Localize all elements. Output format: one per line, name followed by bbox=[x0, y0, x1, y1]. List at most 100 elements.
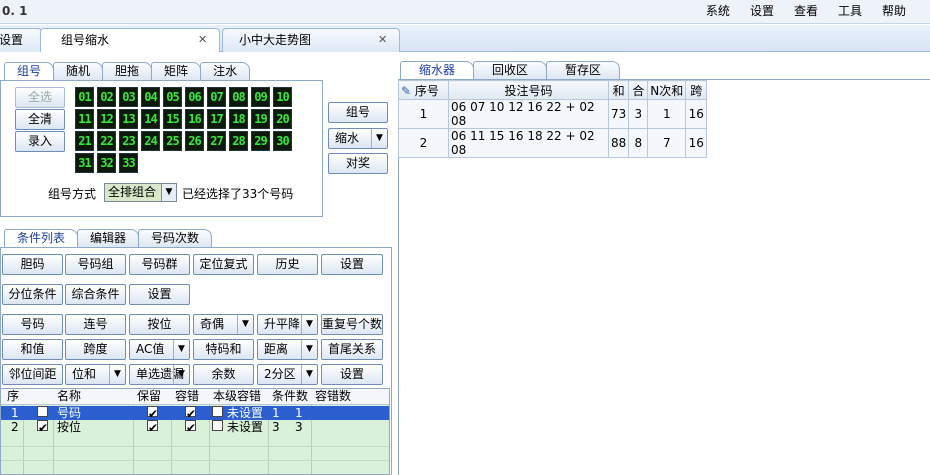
tab-trend-chart[interactable]: 小中大走势图 ✕ bbox=[222, 28, 400, 52]
col-span[interactable]: 跨 bbox=[685, 80, 708, 100]
condition-button[interactable]: 胆码 bbox=[2, 254, 63, 275]
tab-random[interactable]: 随机 bbox=[53, 62, 104, 80]
condition-button[interactable]: 特码和 bbox=[193, 339, 254, 360]
condition-button[interactable]: 号码群 bbox=[129, 254, 190, 275]
tab-shrinker[interactable]: 缩水器 bbox=[400, 61, 475, 79]
number-cell[interactable]: 30 bbox=[273, 131, 292, 151]
number-cell[interactable]: 24 bbox=[141, 131, 160, 151]
number-cell[interactable]: 01 bbox=[75, 87, 94, 107]
keep-checkbox[interactable]: ✔ bbox=[147, 420, 158, 435]
condition-button[interactable]: 邻位间距 bbox=[2, 364, 63, 385]
tab-condition-list[interactable]: 条件列表 bbox=[4, 229, 79, 247]
number-cell[interactable]: 06 bbox=[185, 87, 204, 107]
number-cell[interactable]: 27 bbox=[207, 131, 226, 151]
group-mode-select[interactable]: 全排组合 ▼ bbox=[104, 183, 177, 202]
chevron-down-icon[interactable]: ▼ bbox=[371, 129, 387, 148]
condition-button[interactable]: 余数 bbox=[193, 364, 254, 385]
col-nsum[interactable]: N次和 bbox=[647, 80, 687, 100]
level-checkbox[interactable] bbox=[212, 420, 223, 431]
number-cell[interactable]: 20 bbox=[273, 109, 292, 129]
number-cell[interactable]: 29 bbox=[251, 131, 270, 151]
col-numbers[interactable]: 投注号码 bbox=[448, 80, 609, 100]
chevron-down-icon[interactable]: ▼ bbox=[301, 365, 317, 384]
condition-button[interactable]: 分位条件 bbox=[2, 284, 63, 305]
condition-button[interactable]: 单选遗漏 ▼ bbox=[129, 364, 190, 385]
checkbox[interactable] bbox=[37, 406, 48, 417]
number-cell[interactable]: 33 bbox=[119, 153, 138, 173]
condition-button[interactable]: 历史 bbox=[257, 254, 318, 275]
close-icon[interactable]: ✕ bbox=[198, 34, 209, 45]
tab-editor[interactable]: 编辑器 bbox=[77, 229, 140, 247]
table-row[interactable]: 1 06 07 10 12 16 22 + 02 08 73 3 1 16 bbox=[398, 99, 708, 129]
tab-recycle[interactable]: 回收区 bbox=[473, 61, 548, 79]
number-cell[interactable]: 12 bbox=[97, 109, 116, 129]
tolerance-checkbox[interactable]: ✔ bbox=[185, 406, 196, 421]
tab-group-shrink[interactable]: 组号缩水 ✕ bbox=[40, 28, 220, 53]
tab-matrix[interactable]: 矩阵 bbox=[151, 62, 202, 80]
condition-button[interactable]: 2分区 ▼ bbox=[257, 364, 318, 385]
number-cell[interactable]: 23 bbox=[119, 131, 138, 151]
number-cell[interactable]: 19 bbox=[251, 109, 270, 129]
number-cell[interactable]: 11 bbox=[75, 109, 94, 129]
tab-banker[interactable]: 胆拖 bbox=[102, 62, 153, 80]
chevron-down-icon[interactable]: ▼ bbox=[301, 340, 317, 359]
condition-grid[interactable]: 序 名称 保留 容错 本级容错 条件数 容错数 1 号码 ✔ ✔ 未设置 1 1… bbox=[0, 388, 390, 475]
checkbox[interactable]: ✔ bbox=[37, 420, 48, 435]
condition-button[interactable]: 连号 bbox=[65, 314, 126, 335]
enter-button[interactable]: 录入 bbox=[15, 131, 65, 152]
table-row[interactable]: 2 ✔ 按位 ✔ ✔ 未设置 3 3 bbox=[1, 420, 389, 435]
condition-button[interactable]: 定位复式 bbox=[193, 254, 254, 275]
menu-settings[interactable]: 设置 bbox=[740, 3, 784, 19]
menu-help[interactable]: 帮助 bbox=[872, 3, 916, 19]
menu-tools[interactable]: 工具 bbox=[828, 3, 872, 19]
chevron-down-icon[interactable]: ▼ bbox=[109, 365, 125, 384]
number-cell[interactable]: 07 bbox=[207, 87, 226, 107]
number-cell[interactable]: 13 bbox=[119, 109, 138, 129]
condition-button[interactable]: 号码组 bbox=[65, 254, 126, 275]
condition-button[interactable]: 位和 ▼ bbox=[65, 364, 126, 385]
number-cell[interactable]: 28 bbox=[229, 131, 248, 151]
chevron-down-icon[interactable]: ▼ bbox=[173, 365, 189, 384]
number-cell[interactable]: 31 bbox=[75, 153, 94, 173]
condition-button[interactable]: 奇偶 ▼ bbox=[193, 314, 254, 335]
condition-button[interactable]: 重复号个数 bbox=[321, 314, 383, 335]
number-cell[interactable]: 08 bbox=[229, 87, 248, 107]
condition-button[interactable]: 综合条件 bbox=[65, 284, 126, 305]
number-cell[interactable]: 22 bbox=[97, 131, 116, 151]
condition-button[interactable]: 设置 bbox=[321, 364, 383, 385]
chevron-down-icon[interactable]: ▼ bbox=[237, 315, 253, 334]
chevron-down-icon[interactable]: ▼ bbox=[301, 315, 317, 334]
col-sum[interactable]: 和 bbox=[607, 80, 630, 100]
table-row[interactable]: 1 号码 ✔ ✔ 未设置 1 1 bbox=[1, 406, 389, 421]
number-cell[interactable]: 18 bbox=[229, 109, 248, 129]
chevron-down-icon[interactable]: ▼ bbox=[173, 340, 189, 359]
table-row[interactable]: 2 06 11 15 16 18 22 + 02 08 88 8 7 16 bbox=[398, 128, 708, 158]
number-cell[interactable]: 15 bbox=[163, 109, 182, 129]
tab-staging[interactable]: 暂存区 bbox=[546, 61, 621, 79]
number-cell[interactable]: 09 bbox=[251, 87, 270, 107]
condition-button[interactable]: 按位 bbox=[129, 314, 190, 335]
col-seq[interactable]: ✎ 序号 bbox=[398, 80, 449, 100]
shrink-button[interactable]: 缩水 ▼ bbox=[328, 128, 388, 149]
close-icon[interactable]: ✕ bbox=[378, 34, 389, 45]
group-button[interactable]: 组号 bbox=[328, 102, 388, 123]
number-cell[interactable]: 14 bbox=[141, 109, 160, 129]
number-cell[interactable]: 26 bbox=[185, 131, 204, 151]
condition-button[interactable]: 距离 ▼ bbox=[257, 339, 318, 360]
number-cell[interactable]: 32 bbox=[97, 153, 116, 173]
tab-settings[interactable]: 设置 bbox=[0, 28, 42, 52]
col-he[interactable]: 合 bbox=[628, 80, 649, 100]
clear-all-button[interactable]: 全清 bbox=[15, 109, 65, 130]
menu-system[interactable]: 系统 bbox=[696, 3, 740, 19]
condition-button[interactable]: 设置 bbox=[321, 254, 383, 275]
number-cell[interactable]: 16 bbox=[185, 109, 204, 129]
number-cell[interactable]: 03 bbox=[119, 87, 138, 107]
condition-button[interactable]: 设置 bbox=[129, 284, 190, 305]
condition-button[interactable]: 首尾关系 bbox=[321, 339, 383, 360]
number-cell[interactable]: 02 bbox=[97, 87, 116, 107]
level-checkbox[interactable] bbox=[212, 406, 223, 417]
check-prize-button[interactable]: 对奖 bbox=[328, 153, 388, 174]
tolerance-checkbox[interactable]: ✔ bbox=[185, 420, 196, 435]
tab-number-count[interactable]: 号码次数 bbox=[138, 229, 213, 247]
tab-group[interactable]: 组号 bbox=[4, 62, 55, 80]
